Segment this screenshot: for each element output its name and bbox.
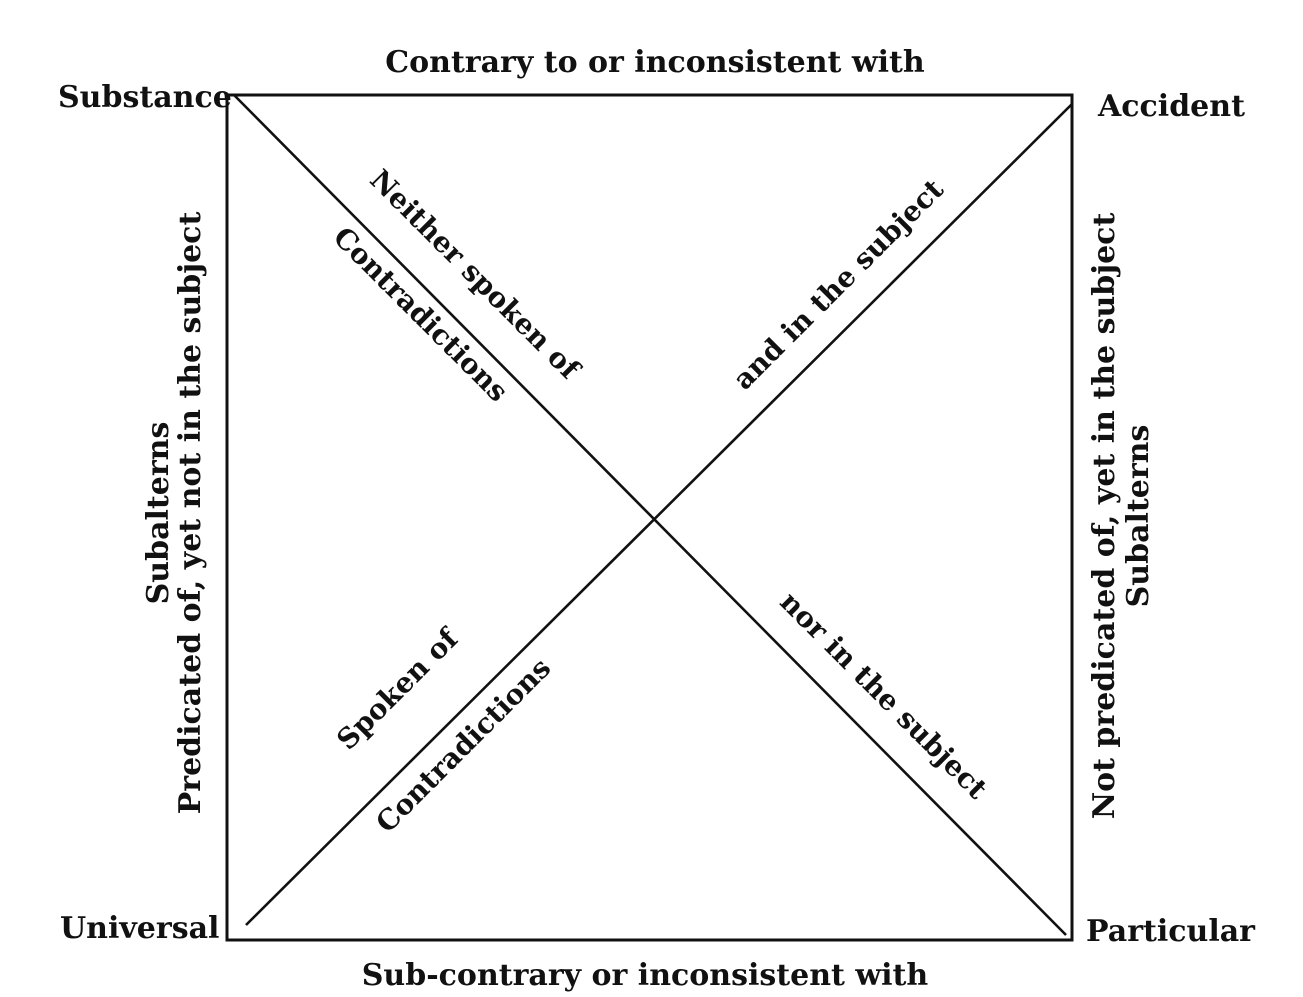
corner-label-accident: Accident [1097, 89, 1245, 124]
bottom-edge-label: Sub-contrary or inconsistent with [362, 958, 929, 993]
corner-label-particular: Particular [1086, 914, 1256, 949]
left-edge-predicated-label: Predicated of, yet not in the subject [173, 212, 208, 815]
diagonal-label-spoken-of: Spoken of [330, 621, 465, 756]
right-edge-not-predicated-label: Not predicated of, yet in the subject [1087, 213, 1122, 820]
diagonal-label-contradictions-upper: Contradictions [327, 220, 515, 408]
diagonal-label-and-in-the-subject: and in the subject [727, 173, 951, 397]
right-edge-subalterns-label: Subalterns [1121, 425, 1156, 608]
diagonal-universal-accident [245, 103, 1073, 926]
left-edge-subalterns-label: Subalterns [141, 422, 176, 605]
corner-label-universal: Universal [60, 911, 219, 946]
square-of-opposition-diagram: Substance Accident Universal Particular … [58, 45, 1256, 993]
diagonal-substance-particular [233, 94, 1067, 936]
diagonal-label-nor-in-the-subject: nor in the subject [773, 585, 993, 805]
top-edge-label: Contrary to or inconsistent with [385, 45, 925, 80]
corner-label-substance: Substance [58, 80, 232, 115]
